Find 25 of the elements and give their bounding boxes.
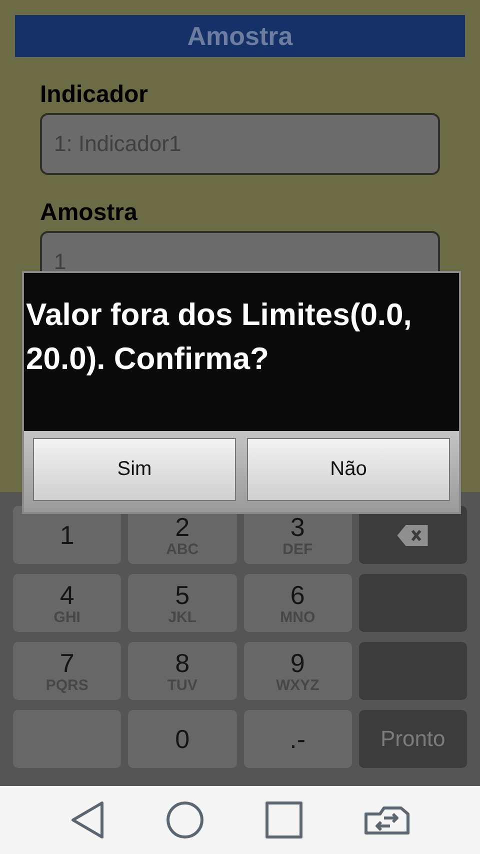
dialog-message: Valor fora dos Limites(0.0, 20.0). Confirma? <box>25 296 413 378</box>
key-digit: 7 <box>60 648 74 676</box>
keyboard-key[interactable]: .- <box>244 710 352 768</box>
title-bar: Amostra <box>15 15 465 57</box>
back-icon[interactable] <box>70 801 104 839</box>
key-digit: 0 <box>175 725 190 753</box>
keyboard-key[interactable]: 0 <box>128 710 236 768</box>
dialog-button[interactable]: Sim <box>33 438 236 501</box>
key-digit: 9 <box>290 648 305 676</box>
home-icon[interactable] <box>166 801 204 839</box>
field-label: Amostra <box>40 198 138 228</box>
key-digit: 1 <box>60 521 74 549</box>
switch-apps-icon[interactable] <box>364 804 410 836</box>
key-digit: 2 <box>175 512 190 540</box>
key-digit: 3 <box>290 512 305 540</box>
key-digit: 5 <box>175 580 190 608</box>
key-digit: 6 <box>290 580 305 608</box>
key-digit: 8 <box>175 648 190 676</box>
key-digit: .- <box>290 725 306 753</box>
done-key[interactable]: Pronto <box>358 710 467 768</box>
key-digit: 4 <box>60 580 74 608</box>
dialog-button[interactable]: Não <box>247 438 450 501</box>
field-label: Indicador <box>40 80 150 110</box>
recents-icon[interactable] <box>264 801 302 839</box>
backspace-icon <box>397 524 428 546</box>
